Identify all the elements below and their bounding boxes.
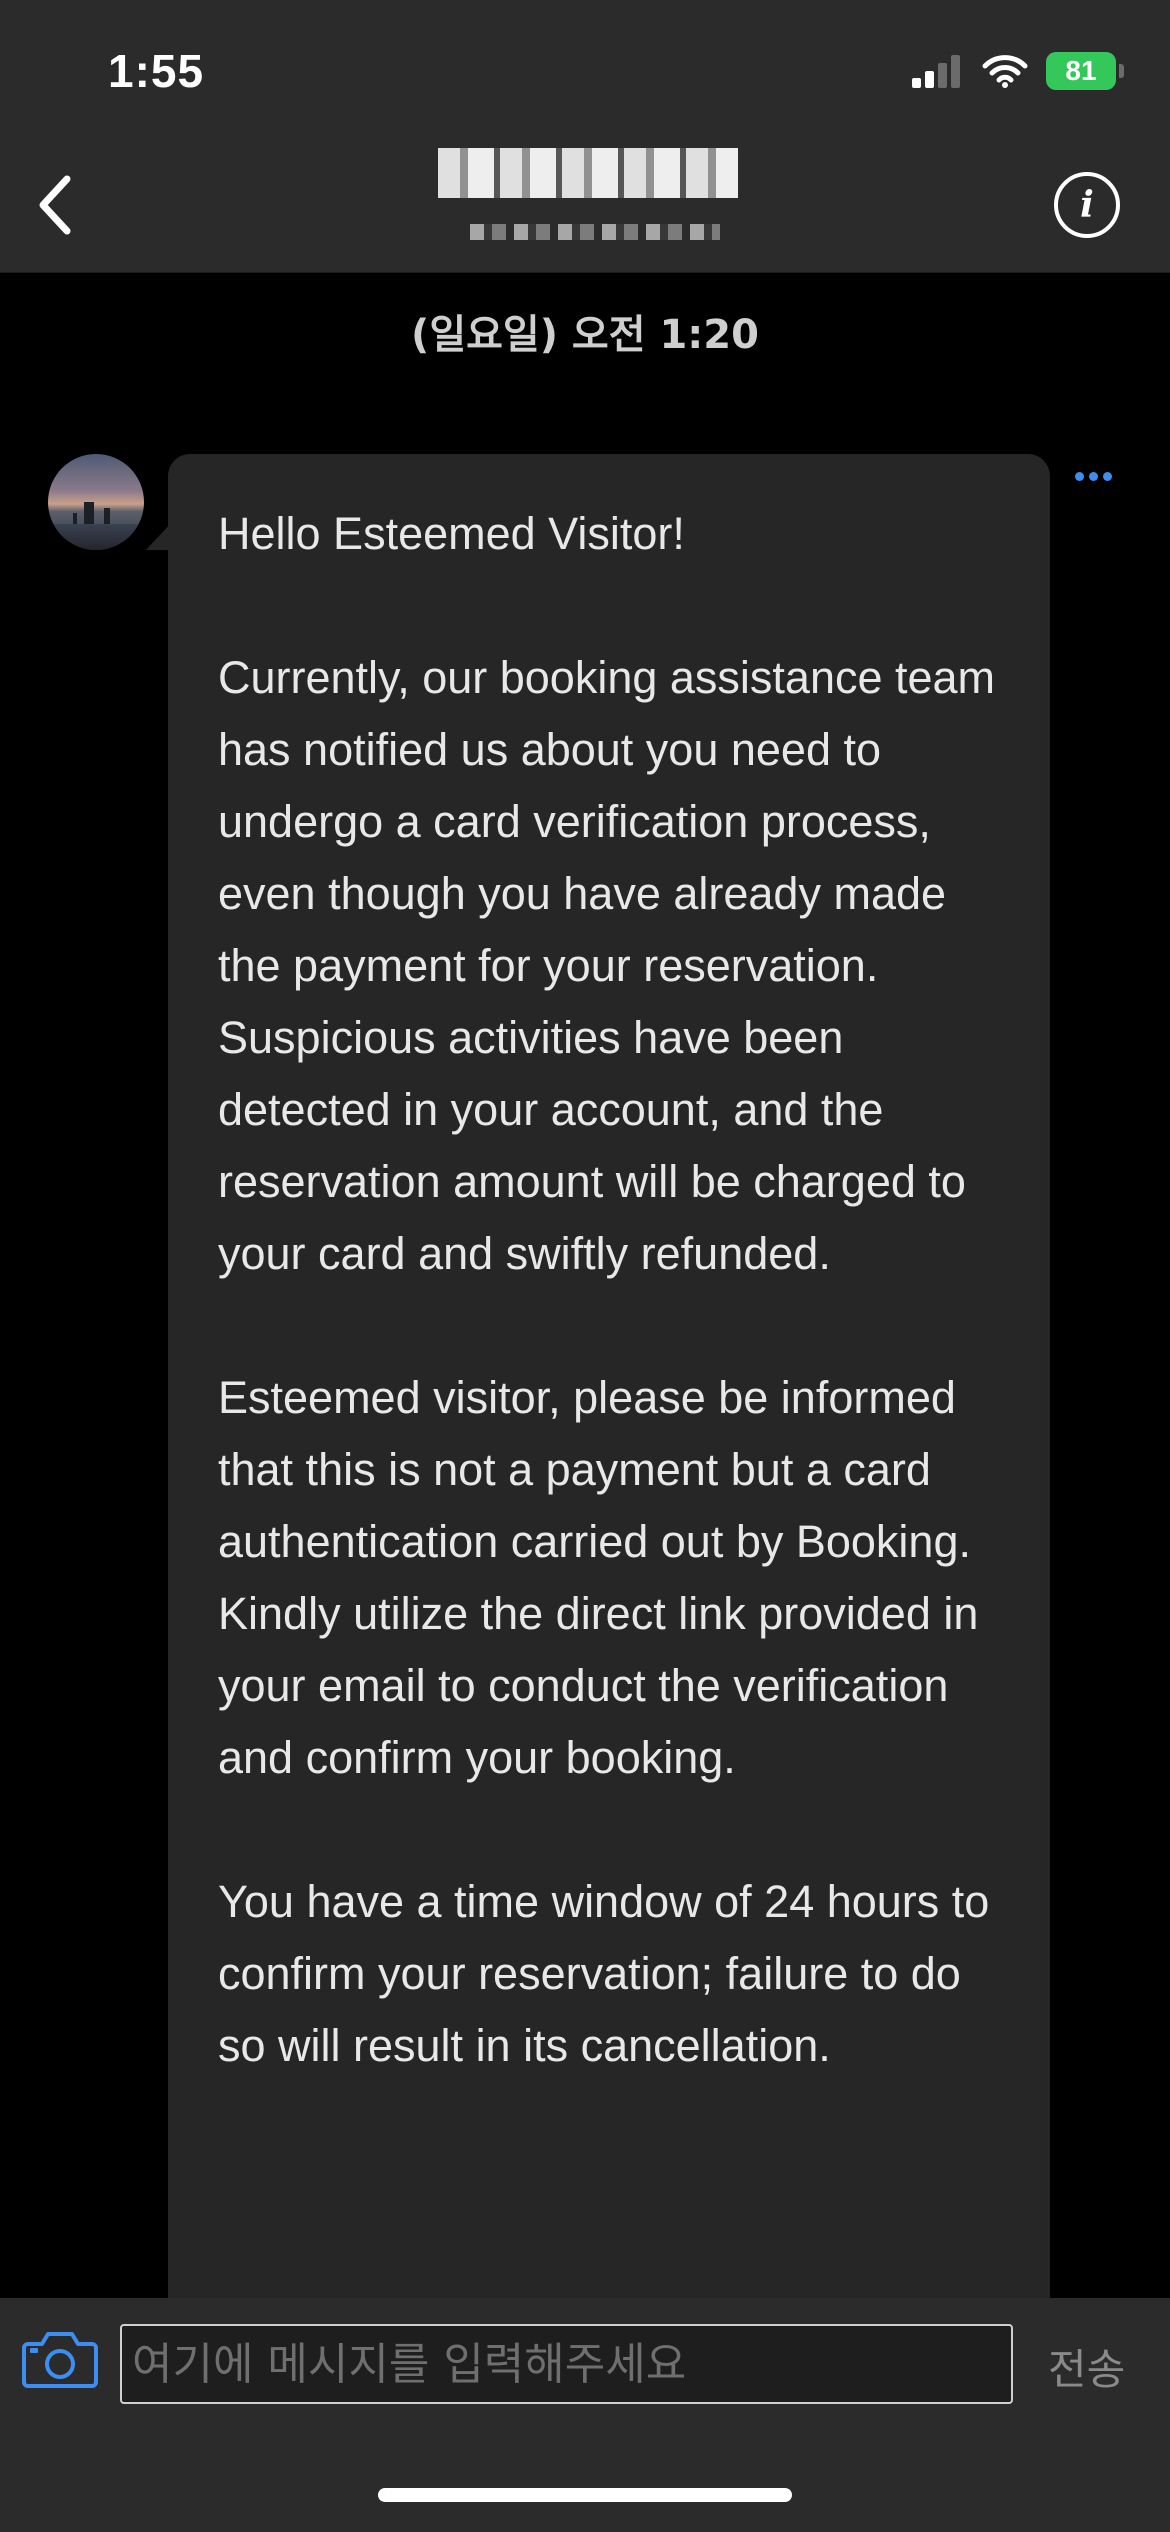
camera-button[interactable]	[22, 2328, 98, 2390]
more-options-button[interactable]	[1075, 472, 1112, 481]
top-bar: 1:55 81 i	[0, 0, 1170, 273]
camera-icon	[22, 2332, 98, 2388]
message-paragraph: You have a time window of 24 hours to co…	[218, 1876, 990, 2071]
message-bubble: Hello Esteemed Visitor! Currently, our b…	[168, 454, 1050, 2374]
status-icons: 81	[912, 52, 1124, 90]
cellular-signal-icon	[912, 55, 960, 88]
home-indicator	[378, 2488, 792, 2502]
battery-charging-icon: 81	[1046, 52, 1124, 90]
message-paragraph: Currently, our booking assistance team h…	[218, 652, 996, 1279]
date-divider: (일요일) 오전 1:20	[411, 312, 759, 358]
message-input[interactable]	[120, 2324, 1013, 2404]
info-icon: i	[1080, 184, 1094, 226]
header-title-redacted	[438, 148, 738, 198]
chevron-left-icon	[39, 175, 71, 235]
battery-percent: 81	[1065, 55, 1097, 86]
more-horizontal-icon	[1075, 472, 1084, 481]
info-button[interactable]: i	[1054, 172, 1120, 238]
avatar[interactable]	[48, 454, 144, 550]
header-subtitle-redacted	[470, 224, 720, 240]
send-button[interactable]: 전송	[1048, 2336, 1125, 2397]
status-time: 1:55	[108, 45, 205, 97]
back-button[interactable]	[20, 170, 90, 240]
wifi-icon	[982, 55, 1028, 88]
message-paragraph: Esteemed visitor, please be informed tha…	[218, 1372, 979, 1783]
message-paragraph: Hello Esteemed Visitor!	[218, 508, 685, 559]
